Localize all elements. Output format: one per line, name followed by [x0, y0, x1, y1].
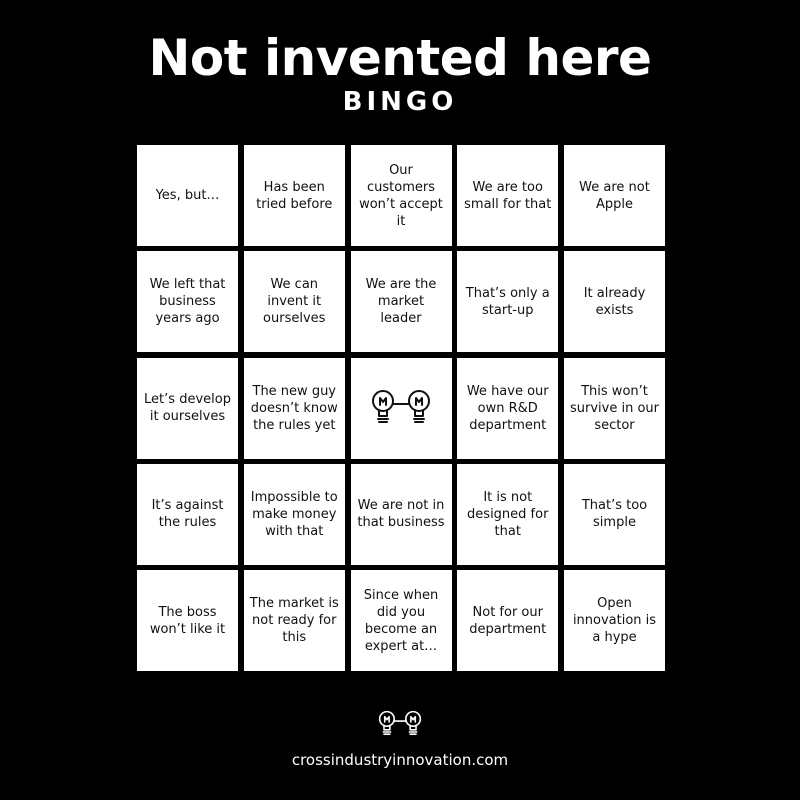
bingo-cell-text: This won’t survive in our sector: [569, 383, 659, 433]
bingo-cell[interactable]: The market is not ready for this: [243, 570, 345, 671]
bingo-cell[interactable]: Since when did you become an expert at…: [350, 570, 452, 671]
bingo-cell-text: It’s against the rules: [151, 498, 224, 531]
bingo-cell-text: We are too small for that: [464, 179, 552, 212]
bingo-cell[interactable]: Has been tried before: [243, 145, 345, 246]
bingo-cell[interactable]: The new guy doesn’t know the rules yet: [243, 357, 345, 459]
bingo-free-cell[interactable]: [350, 357, 452, 459]
connected-lightbulbs-icon: [376, 708, 424, 740]
bingo-cell[interactable]: It is not designed for that: [457, 463, 559, 565]
bingo-cell[interactable]: We are too small for that: [457, 145, 559, 246]
bingo-cell-text: Open innovation is a hype: [572, 596, 657, 645]
website-link[interactable]: crossindustryinnovation.com: [0, 750, 800, 770]
bingo-cell[interactable]: We are the market leader: [350, 251, 452, 353]
bingo-cell[interactable]: We can invent it ourselves: [243, 251, 345, 353]
bingo-cell-text: We are not in that business: [357, 498, 445, 531]
connected-lightbulbs-icon: [369, 386, 433, 430]
bingo-cell-text: Our customers won’t accept it: [359, 162, 443, 229]
bingo-cell-text: Impossible to make money with that: [250, 489, 338, 539]
bingo-cell[interactable]: We are not Apple: [564, 145, 665, 246]
bingo-cell[interactable]: We left that business years ago: [137, 251, 238, 353]
bingo-cell[interactable]: Open innovation is a hype: [564, 570, 665, 671]
bingo-cell-text: The new guy doesn’t know the rules yet: [250, 383, 338, 433]
bingo-cell-text: We can invent it ourselves: [263, 277, 326, 327]
bingo-cell-text: Yes, but…: [155, 188, 220, 203]
bingo-cell-text: Since when did you become an expert at…: [363, 587, 439, 654]
bingo-cell-text: The market is not ready for this: [249, 596, 339, 645]
bingo-cell-text: It already exists: [583, 285, 646, 318]
bingo-cell-text: That’s only a start-up: [465, 285, 550, 318]
bingo-cell-text: Has been tried before: [256, 179, 333, 212]
page-title: Not invented here: [148, 29, 652, 87]
bingo-cell-text: Let’s develop it ourselves: [144, 392, 231, 424]
bingo-cell-text: We are not Apple: [579, 179, 650, 212]
bingo-cell[interactable]: That’s too simple: [564, 463, 665, 565]
bingo-cell[interactable]: Impossible to make money with that: [243, 463, 345, 565]
bingo-board: Yes, but… Has been tried before Our cust…: [137, 145, 665, 671]
bingo-cell-text: We have our own R&D department: [466, 383, 549, 433]
bingo-cell-text: The boss won’t like it: [149, 604, 226, 637]
bingo-cell[interactable]: Our customers won’t accept it: [350, 145, 452, 246]
bingo-cell[interactable]: We are not in that business: [350, 463, 452, 565]
bingo-cell[interactable]: Not for our department: [457, 570, 559, 671]
bingo-cell[interactable]: This won’t survive in our sector: [564, 357, 665, 459]
bingo-cell[interactable]: Let’s develop it ourselves: [137, 357, 238, 459]
bingo-cell[interactable]: It already exists: [564, 251, 665, 353]
bingo-cell-text: Not for our department: [469, 604, 547, 637]
bingo-cell[interactable]: That’s only a start-up: [457, 251, 559, 353]
bingo-cell-text: That’s too simple: [581, 498, 648, 531]
bingo-cell[interactable]: It’s against the rules: [137, 463, 238, 565]
bingo-cell[interactable]: We have our own R&D department: [457, 357, 559, 459]
page-subtitle: BINGO: [342, 87, 458, 117]
bingo-cell-text: It is not designed for that: [467, 489, 549, 539]
bingo-cell-text: We left that business years ago: [149, 277, 226, 327]
bingo-cell[interactable]: Yes, but…: [137, 145, 238, 246]
bingo-cell[interactable]: The boss won’t like it: [137, 570, 238, 671]
bingo-cell-text: We are the market leader: [365, 277, 437, 327]
